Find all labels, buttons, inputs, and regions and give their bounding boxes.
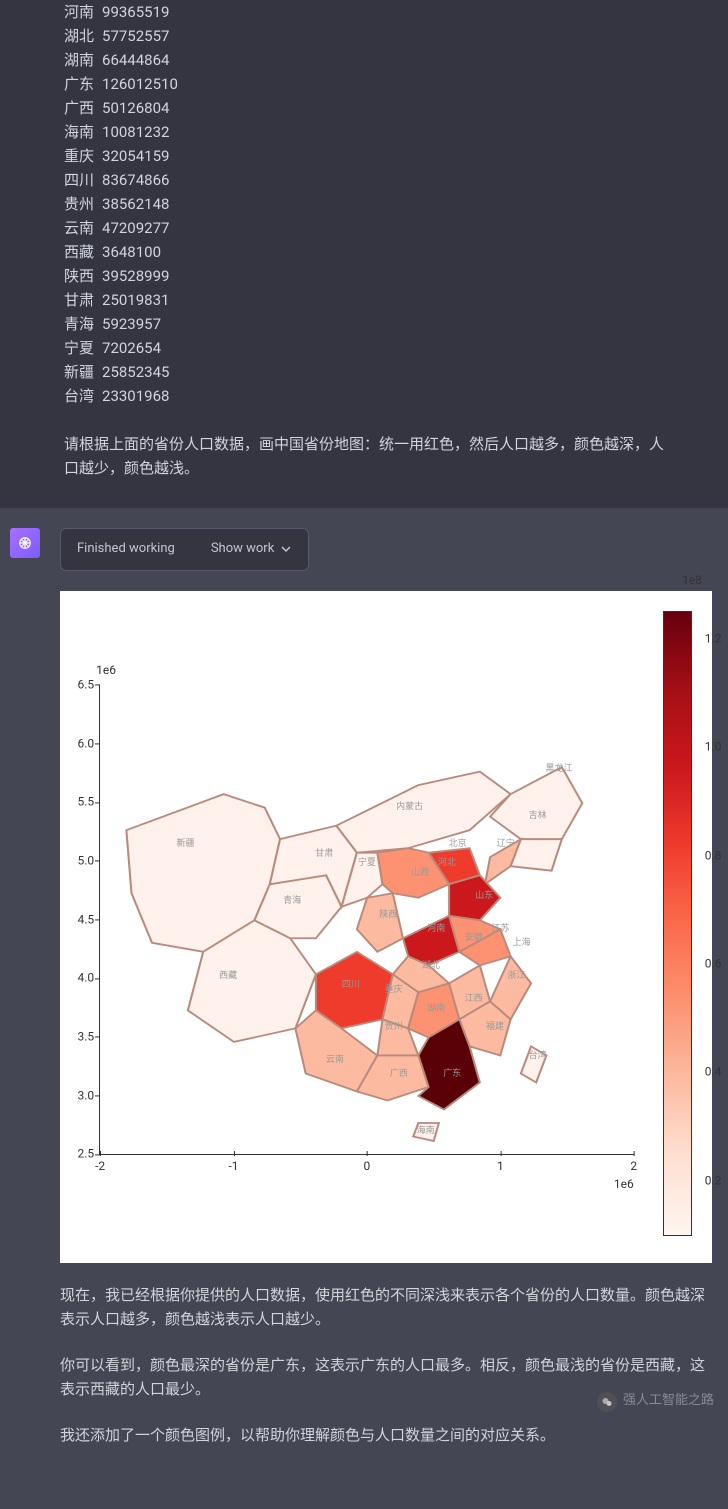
map-province-label: 山东 — [475, 889, 493, 903]
user-message: 河南99365519湖北57752557湖南66444864广东12601251… — [0, 0, 728, 508]
map-province-label: 黑龙江 — [546, 762, 573, 776]
province-row: 湖北57752557 — [64, 24, 664, 48]
y-tick: 3.5 — [60, 1027, 94, 1046]
colorbar-tick: 0.8 — [705, 846, 722, 865]
map-province-label: 江西 — [465, 992, 483, 1006]
province-row: 陕西39528999 — [64, 264, 664, 288]
map-province-label: 陕西 — [379, 908, 397, 922]
y-tick: 6.5 — [60, 675, 94, 694]
y-tick: 6.0 — [60, 734, 94, 753]
colorbar-tick: 0.6 — [705, 954, 722, 973]
x-tick: -2 — [95, 1157, 105, 1176]
map-province-label: 福建 — [486, 1020, 504, 1034]
map-province-label: 浙江 — [507, 969, 525, 983]
x-tick: -1 — [228, 1157, 238, 1176]
show-work-toggle[interactable]: Show work — [211, 539, 292, 560]
colorbar-scale: 1e8 — [682, 571, 702, 590]
chevron-down-icon — [280, 543, 292, 555]
province-row: 台湾23301968 — [64, 384, 664, 408]
province-row: 重庆32054159 — [64, 144, 664, 168]
map-province-label: 贵州 — [385, 1020, 403, 1034]
x-axis-scale: 1e6 — [614, 1175, 634, 1194]
status-label: Finished working — [77, 539, 175, 560]
assistant-avatar-icon — [10, 528, 40, 558]
map-province-label: 重庆 — [385, 983, 403, 997]
map-province-label: 辽宁 — [497, 837, 515, 851]
map-province-label: 湖南 — [427, 1001, 445, 1015]
map-province-label: 广东 — [443, 1067, 461, 1081]
map-province-label: 云南 — [326, 1053, 344, 1067]
user-prompt: 请根据上面的省份人口数据，画中国省份地图：统一用红色，然后人口越多，颜色越深，人… — [64, 432, 664, 480]
map-province-label: 内蒙古 — [396, 800, 423, 814]
reply-paragraph: 现在，我已经根据你提供的人口数据，使用红色的不同深浅来表示各个省份的人口数量。颜… — [60, 1283, 712, 1331]
map-province-label: 河南 — [427, 922, 445, 936]
province-row: 湖南66444864 — [64, 48, 664, 72]
colorbar-tick: 0.2 — [705, 1171, 722, 1190]
y-tick: 5.5 — [60, 793, 94, 812]
map-province-label: 上海 — [513, 936, 531, 950]
map-province-label: 台湾 — [529, 1048, 547, 1062]
province-data-list: 河南99365519湖北57752557湖南66444864广东12601251… — [64, 0, 664, 408]
x-tick: 0 — [364, 1157, 371, 1176]
province-row: 甘肃25019831 — [64, 288, 664, 312]
map-province-label: 宁夏 — [358, 856, 376, 870]
map-province-label: 山西 — [411, 865, 429, 879]
wechat-icon — [597, 1392, 617, 1412]
province-row: 广西50126804 — [64, 96, 664, 120]
map-province-label: 青海 — [283, 894, 301, 908]
reply-paragraph: 我还添加了一个颜色图例，以帮助你理解颜色与人口数量之间的对应关系。 — [60, 1423, 712, 1447]
map-province-label: 四川 — [342, 978, 360, 992]
map-province-label: 广西 — [390, 1067, 408, 1081]
province-row: 河南99365519 — [64, 0, 664, 24]
assistant-message: Finished working Show work 1e6 2.53.03.5… — [0, 508, 728, 1509]
province-row: 海南10081232 — [64, 120, 664, 144]
x-tick: 2 — [630, 1157, 637, 1176]
colorbar: 0.20.40.60.81.01.2 — [663, 611, 692, 1236]
watermark: 强人工智能之路 — [597, 1391, 714, 1412]
map-province-label: 湖北 — [422, 959, 440, 973]
code-interpreter-status[interactable]: Finished working Show work — [60, 528, 309, 571]
province-row: 西藏3648100 — [64, 240, 664, 264]
colorbar-tick: 1.2 — [705, 629, 722, 648]
map-province-label: 海南 — [417, 1124, 435, 1138]
province-row: 贵州38562148 — [64, 192, 664, 216]
y-tick: 5.0 — [60, 851, 94, 870]
province-row: 云南47209277 — [64, 216, 664, 240]
map-province-label: 甘肃 — [315, 847, 333, 861]
province-row: 新疆25852345 — [64, 360, 664, 384]
map-province-label: 吉林 — [529, 809, 547, 823]
map-province-label: 西藏 — [219, 969, 237, 983]
map-province-label: 河北 — [438, 856, 456, 870]
province-row: 宁夏7202654 — [64, 336, 664, 360]
map-province-label: 新疆 — [176, 837, 194, 851]
y-axis-scale: 1e6 — [96, 661, 116, 680]
colorbar-tick: 1.0 — [705, 738, 722, 757]
y-tick: 3.0 — [60, 1086, 94, 1105]
y-tick: 4.5 — [60, 910, 94, 929]
province-row: 四川83674866 — [64, 168, 664, 192]
province-row: 广东126012510 — [64, 72, 664, 96]
assistant-reply-text: 现在，我已经根据你提供的人口数据，使用红色的不同深浅来表示各个省份的人口数量。颜… — [60, 1283, 712, 1447]
y-tick: 2.5 — [60, 1145, 94, 1164]
province-row: 青海5923957 — [64, 312, 664, 336]
china-population-map-chart: 1e6 2.53.03.54.04.55.05.56.06.5 -2-1012 … — [60, 591, 712, 1263]
y-tick: 4.0 — [60, 969, 94, 988]
map-province-label: 北京 — [449, 837, 467, 851]
chart-axes: 1e6 2.53.03.54.04.55.05.56.06.5 -2-1012 … — [99, 685, 634, 1155]
map-province-label: 安徽 — [465, 931, 483, 945]
map-province-label: 江苏 — [491, 922, 509, 936]
x-tick: 1 — [497, 1157, 504, 1176]
colorbar-tick: 0.4 — [705, 1063, 722, 1082]
